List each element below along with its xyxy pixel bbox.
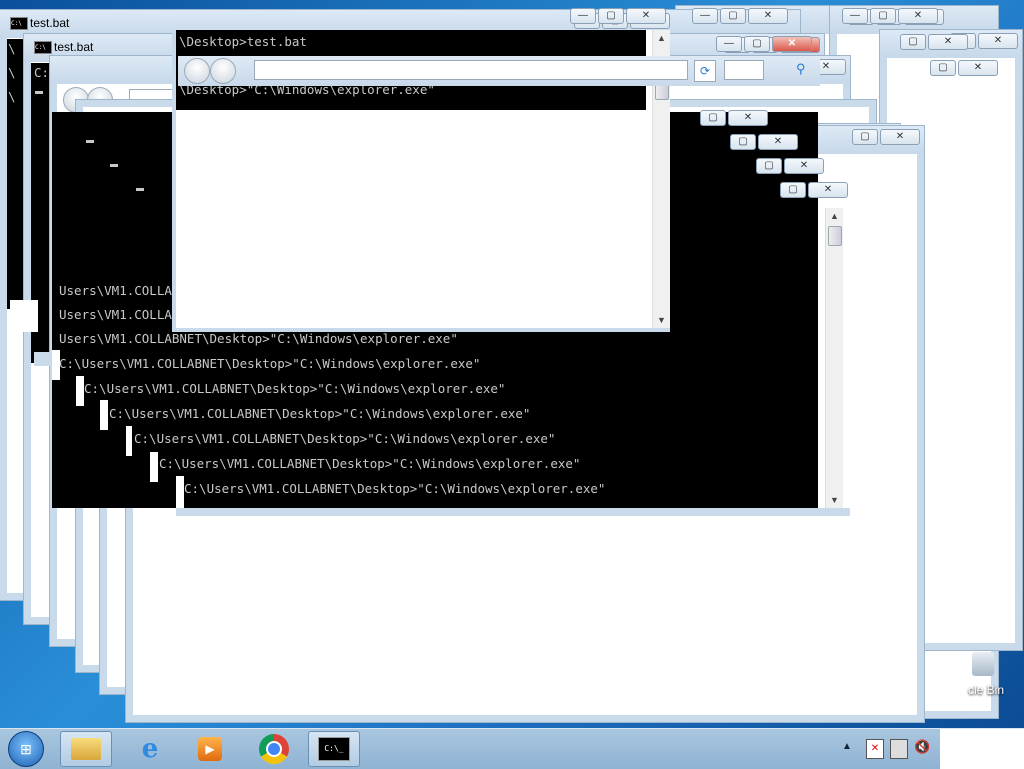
frame-edge: [100, 400, 108, 430]
window-controls-top: — ▢ ✕: [842, 8, 938, 26]
maximize-button[interactable]: ▢: [930, 60, 956, 76]
window-title: test.bat: [54, 40, 94, 54]
maximize-button[interactable]: ▢: [870, 8, 896, 24]
scroll-up-arrow[interactable]: ▲: [653, 30, 670, 46]
window-controls-mid: ▢ ✕: [700, 110, 768, 128]
window-controls: ▢ ✕: [852, 129, 920, 147]
frame-edge: [76, 376, 84, 406]
maximize-button[interactable]: ▢: [900, 34, 926, 50]
frame-edge: [126, 426, 132, 456]
console-line: \: [8, 65, 16, 80]
console-line: C:\Users\VM1.COLLABNET\Desktop>"C:\Windo…: [84, 381, 506, 396]
console-cursor: [35, 91, 43, 94]
recycle-bin-label: cle Bin: [968, 683, 1005, 697]
maximize-button[interactable]: ▢: [852, 129, 878, 145]
cmd-taskbar-glyph: C:\_: [318, 737, 350, 761]
window-controls-top: — ▢ ✕: [716, 36, 812, 54]
search-icon[interactable]: ⚲: [796, 61, 806, 77]
console-cursor: [86, 140, 94, 143]
minimize-button[interactable]: —: [570, 8, 596, 24]
close-button[interactable]: ✕: [626, 8, 666, 24]
console-bottom-frame: [176, 508, 850, 516]
chrome-icon[interactable]: [248, 731, 300, 767]
console-cursor: [136, 188, 144, 191]
close-button[interactable]: ✕: [898, 8, 938, 24]
console-line: C:\Users\VM1.COLLABNET\Desktop>"C:\Windo…: [184, 481, 606, 496]
console-line: Users\VM1.COLLABNET\Desktop>"C:\Windows\…: [59, 331, 458, 346]
back-arrow-icon[interactable]: [184, 58, 210, 84]
frame-edge: [34, 352, 52, 366]
command-prompt-icon[interactable]: C:\_: [308, 731, 360, 767]
frame-edge: [176, 476, 184, 510]
refresh-icon[interactable]: ⟳: [694, 60, 716, 82]
maximize-button[interactable]: ▢: [780, 182, 806, 198]
close-button[interactable]: ✕: [784, 158, 824, 174]
close-button[interactable]: ✕: [758, 134, 798, 150]
taskbar-clock-area[interactable]: [940, 729, 1024, 769]
action-center-icon[interactable]: ✕: [866, 739, 884, 759]
scroll-down-arrow[interactable]: ▼: [653, 312, 670, 328]
console-line: \Desktop>test.bat: [179, 34, 307, 49]
recycle-bin-icon[interactable]: [972, 652, 994, 676]
start-orb-icon[interactable]: ⊞: [4, 731, 48, 767]
close-button[interactable]: ✕: [958, 60, 998, 76]
maximize-button[interactable]: ▢: [756, 158, 782, 174]
scroll-up-arrow[interactable]: ▲: [826, 208, 843, 224]
close-button[interactable]: ✕: [728, 110, 768, 126]
close-button[interactable]: ✕: [928, 34, 968, 50]
desktop: — ▢ ✕ — ▢ ✕ — ✕ cle Bin C:\ test.bat: [0, 0, 1024, 728]
console-line: C:\Users\VM1.COLLABNET\Desktop>"C:\Windo…: [59, 356, 481, 371]
network-icon[interactable]: [890, 739, 908, 759]
close-button[interactable]: ✕: [978, 33, 1018, 49]
console-line: C:\Users\VM1.COLLABNET\Desktop>"C:\Windo…: [159, 456, 581, 471]
forward-arrow-icon[interactable]: [210, 58, 236, 84]
frame-edge: [10, 300, 38, 332]
cmd-title-icon: C:\: [34, 41, 52, 54]
taskbar: ⊞ e ▶ C:\_ ▲ ✕ 🔇: [0, 728, 1024, 769]
close-button[interactable]: ✕: [808, 182, 848, 198]
cmd-title-icon: C:\: [10, 17, 28, 30]
internet-explorer-icon[interactable]: e: [124, 731, 176, 767]
console-scrollbar[interactable]: ▲ ▼: [825, 208, 843, 508]
minimize-button[interactable]: —: [692, 8, 718, 24]
window-controls-top: — ▢ ✕: [692, 8, 788, 26]
window-controls-mid: ▢ ✕: [756, 158, 824, 176]
scroll-down-arrow[interactable]: ▼: [826, 492, 843, 508]
minimize-button[interactable]: —: [842, 8, 868, 24]
console-cursor: [110, 164, 118, 167]
maximize-button[interactable]: ▢: [730, 134, 756, 150]
maximize-button[interactable]: ▢: [700, 110, 726, 126]
window-controls-top: ▢ ✕: [930, 60, 998, 78]
search-input[interactable]: [724, 60, 764, 80]
volume-muted-icon[interactable]: 🔇: [914, 739, 930, 755]
close-button[interactable]: ✕: [748, 8, 788, 24]
maximize-button[interactable]: ▢: [744, 36, 770, 52]
explorer-folder-icon[interactable]: [60, 731, 112, 767]
window-controls-top: — ▢ ✕: [570, 8, 666, 26]
console-line: C:\Users\VM1.COLLABNET\Desktop>"C:\Windo…: [109, 406, 531, 421]
scroll-thumb[interactable]: [828, 226, 842, 246]
address-bar[interactable]: [254, 60, 688, 80]
frame-edge: [150, 452, 158, 482]
maximize-button[interactable]: ▢: [598, 8, 624, 24]
console-line: \: [8, 89, 16, 104]
window-controls-mid: ▢ ✕: [730, 134, 798, 152]
console-line: C:: [34, 65, 50, 80]
window-controls-mid: ▢ ✕: [780, 182, 848, 200]
window-controls-top: ▢ ✕: [900, 34, 968, 52]
media-player-icon[interactable]: ▶: [184, 731, 236, 767]
explorer-navbar: ⟳ ⚲: [178, 56, 820, 86]
console-line: \: [8, 41, 16, 56]
maximize-button[interactable]: ▢: [720, 8, 746, 24]
show-hidden-icons-icon[interactable]: ▲: [842, 741, 852, 752]
minimize-button[interactable]: —: [716, 36, 742, 52]
close-button[interactable]: ✕: [772, 36, 812, 52]
window-title: test.bat: [30, 16, 70, 30]
console-line: C:\Users\VM1.COLLABNET\Desktop>"C:\Windo…: [134, 431, 556, 446]
close-button[interactable]: ✕: [880, 129, 920, 145]
